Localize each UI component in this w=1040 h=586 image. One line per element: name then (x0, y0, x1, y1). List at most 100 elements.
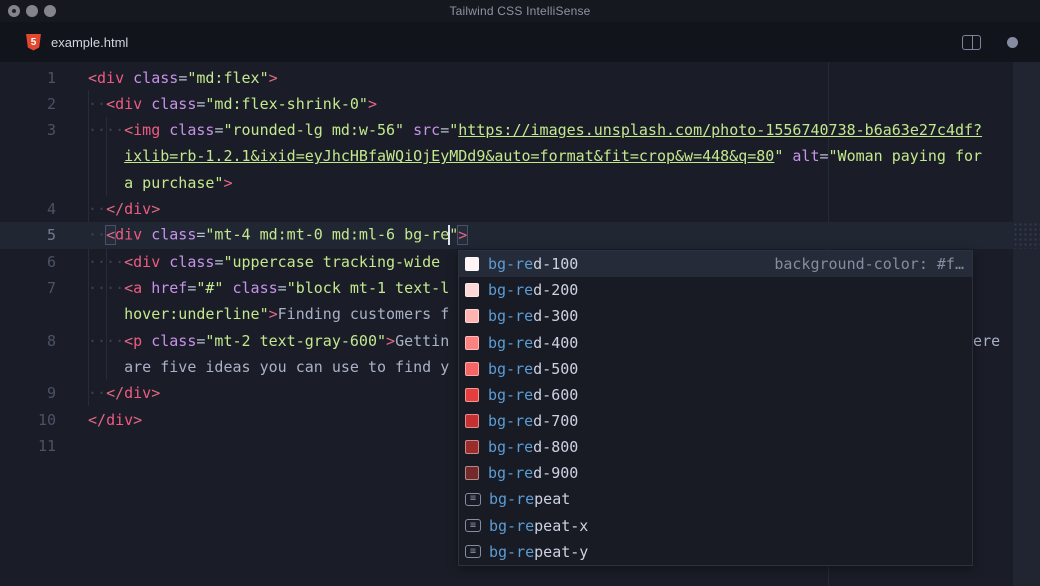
code-token (88, 174, 124, 192)
suggestion-label: bg-red-400 (488, 334, 578, 352)
color-swatch-icon (465, 257, 479, 271)
code-token: ···· (88, 121, 124, 139)
color-swatch-icon (465, 440, 479, 454)
code-token: ···· (88, 253, 124, 271)
color-swatch-icon (465, 336, 479, 350)
code-token (88, 358, 124, 376)
code-token: a (133, 279, 142, 297)
code-token (142, 279, 151, 297)
code-token (88, 305, 124, 323)
color-swatch-icon (465, 414, 479, 428)
code-token: "mt-4 md:mt-0 md:ml-6 bg-re (205, 226, 449, 244)
code-token: "rounded-lg md:w-56" (223, 121, 404, 139)
constant-icon: ≡ (465, 545, 481, 558)
code-token: > (151, 384, 160, 402)
suggestion-item[interactable]: ≡bg-repeat-y (459, 539, 972, 565)
code-text: a purchase"> (88, 174, 233, 192)
code-token: ·· (88, 95, 106, 113)
code-row[interactable]: 2··<div class="md:flex-shrink-0"> (0, 90, 1013, 117)
suggestion-item[interactable]: bg-red-400 (459, 329, 972, 355)
code-row[interactable]: a purchase"> (0, 169, 1013, 196)
suggestion-item[interactable]: ≡bg-repeat-x (459, 513, 972, 539)
tab-actions (962, 22, 1018, 62)
code-token: </ (88, 411, 106, 429)
code-token: class (133, 69, 178, 87)
suggestion-label: bg-red-700 (488, 412, 578, 430)
code-token: < (106, 226, 115, 244)
code-token: div (115, 95, 142, 113)
file-name: example.html (51, 35, 128, 50)
code-token: a purchase" (124, 174, 223, 192)
code-token: " (449, 121, 458, 139)
suggestion-item[interactable]: ≡bg-repeat (459, 486, 972, 512)
code-token: </ (106, 200, 124, 218)
code-token: href (151, 279, 187, 297)
code-token: = (278, 279, 287, 297)
suggestion-item[interactable]: bg-red-900 (459, 460, 972, 486)
suggestion-item[interactable]: bg-red-300 (459, 303, 972, 329)
suggestion-detail: background-color: #f… (774, 255, 964, 273)
line-number: 9 (0, 384, 56, 402)
code-text: </div> (88, 411, 142, 429)
code-token: https://images.unsplash.com/photo-155674… (458, 121, 982, 139)
code-token: > (368, 95, 377, 113)
suggestion-item[interactable]: bg-red-200 (459, 277, 972, 303)
code-token: are five ideas you can use to find y (124, 358, 449, 376)
constant-icon: ≡ (465, 493, 481, 506)
code-token: class (151, 332, 196, 350)
code-token: < (124, 253, 133, 271)
code-token (160, 253, 169, 271)
code-token: ···· (88, 279, 124, 297)
code-token: < (124, 279, 133, 297)
code-row[interactable]: 3····<img class="rounded-lg md:w-56" src… (0, 117, 1013, 144)
suggestion-label: bg-red-900 (488, 464, 578, 482)
suggestion-item[interactable]: bg-red-800 (459, 434, 972, 460)
code-row[interactable]: ixlib=rb-1.2.1&ixid=eyJhcHBfaWQiOjEyMDd9… (0, 143, 1013, 170)
editor[interactable]: 1 <div class="md:flex"> 2··<div class="md:… (0, 62, 1040, 586)
suggestion-label: bg-red-600 (488, 386, 578, 404)
suggestion-label: bg-red-100 (488, 255, 578, 273)
code-token: div (124, 200, 151, 218)
scrollbar-gutter[interactable] (1013, 62, 1040, 586)
code-text: ····<a href="#" class="block mt-1 text-l (88, 279, 449, 297)
titlebar: Tailwind CSS IntelliSense (0, 0, 1040, 22)
code-row[interactable]: 5··<div class="mt-4 md:mt-0 md:ml-6 bg-r… (0, 222, 1013, 249)
suggestion-item[interactable]: bg-red-600 (459, 382, 972, 408)
code-row[interactable]: 1 <div class="md:flex"> (0, 64, 1013, 91)
code-token: > (458, 226, 467, 244)
line-number: 5 (0, 226, 56, 244)
split-editor-icon[interactable] (962, 35, 981, 50)
code-token: div (124, 384, 151, 402)
code-text: ixlib=rb-1.2.1&ixid=eyJhcHBfaWQiOjEyMDd9… (88, 147, 982, 165)
code-token (404, 121, 413, 139)
line-number: 6 (0, 253, 56, 271)
color-swatch-icon (465, 362, 479, 376)
code-token: < (124, 332, 133, 350)
line-number: 1 (0, 69, 56, 87)
code-token: > (269, 305, 278, 323)
code-text: ··</div> (88, 384, 160, 402)
suggestion-item[interactable]: bg-red-100 background-color: #f… (459, 251, 972, 277)
code-token: p (133, 332, 142, 350)
line-number: 4 (0, 200, 56, 218)
modified-indicator-icon[interactable] (1007, 37, 1018, 48)
code-token (142, 95, 151, 113)
code-token: div (133, 253, 160, 271)
file-tab[interactable]: 5 example.html (26, 22, 128, 62)
code-row[interactable]: 4 ··</div> (0, 196, 1013, 223)
code-text: ····<div class="uppercase tracking-wide (88, 253, 440, 271)
code-token (88, 147, 124, 165)
code-token: "md:flex-shrink-0" (205, 95, 368, 113)
code-token: = (178, 69, 187, 87)
code-token: "#" (196, 279, 223, 297)
code-token: ···· (88, 332, 124, 350)
html5-icon: 5 (26, 34, 41, 51)
suggestion-item[interactable]: bg-red-500 (459, 356, 972, 382)
code-text: ··<div class="md:flex-shrink-0"> (88, 95, 377, 113)
code-text: ··</div> (88, 200, 160, 218)
color-swatch-icon (465, 309, 479, 323)
suggestion-item[interactable]: bg-red-700 (459, 408, 972, 434)
code-token: div (106, 411, 133, 429)
code-token: = (440, 121, 449, 139)
code-text: <div class="md:flex"> (88, 69, 278, 87)
